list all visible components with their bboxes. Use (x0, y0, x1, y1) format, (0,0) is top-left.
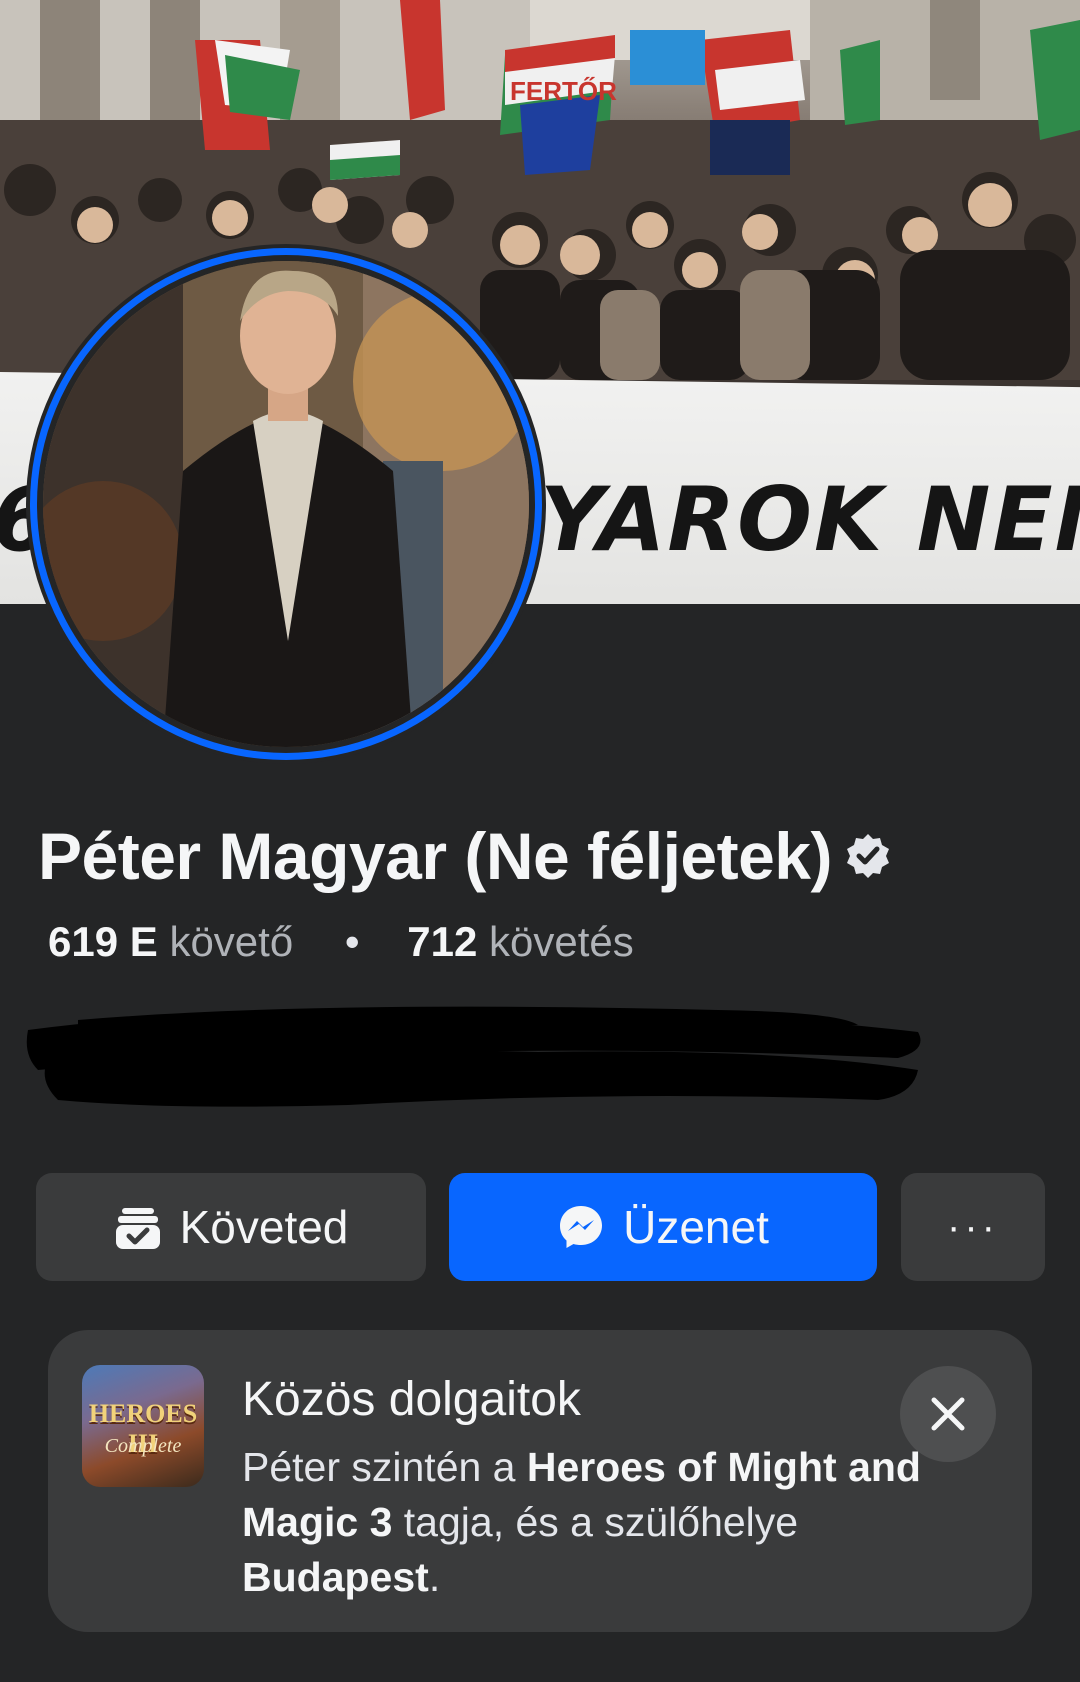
body-text-pre: Péter szintén a (242, 1444, 527, 1490)
following-check-icon (115, 1208, 160, 1249)
following-button[interactable]: Követed (36, 1173, 426, 1281)
messenger-icon (560, 1206, 603, 1248)
common-things-title: Közös dolgaitok (242, 1373, 581, 1426)
followers-count[interactable]: 619 E (48, 918, 158, 965)
followers-label[interactable]: követő (169, 918, 293, 965)
message-button[interactable]: Üzenet (449, 1173, 877, 1281)
verified-badge-icon (847, 834, 889, 878)
profile-name-row: Péter Magyar (Ne féljetek) (38, 818, 892, 894)
more-options-icon: ··· (947, 1204, 999, 1249)
following-label[interactable]: követés (489, 918, 634, 965)
profile-avatar[interactable] (26, 244, 546, 764)
common-things-body: Péter szintén a Heroes of Might and Magi… (242, 1440, 922, 1605)
stats-separator: • (344, 918, 360, 965)
banner-text: YAROK NEM (540, 468, 1080, 571)
flag-sign-text: FERTŐR (510, 76, 617, 106)
following-count[interactable]: 712 (407, 918, 477, 965)
more-options-button[interactable]: ··· (901, 1173, 1045, 1281)
message-button-label: Üzenet (623, 1201, 769, 1253)
body-text-mid: tagja, és a szülőhelye (392, 1499, 799, 1545)
avatar-photo (43, 261, 529, 747)
city-link[interactable]: Budapest (242, 1554, 429, 1600)
thumb-subtitle: Complete (104, 1435, 182, 1457)
common-things-card: HEROES III Complete Közös dolgaitok Péte… (48, 1330, 1032, 1632)
story-ring (30, 248, 542, 760)
close-icon (931, 1397, 965, 1431)
close-card-button[interactable] (900, 1366, 996, 1462)
avatar-person-illustration (43, 261, 529, 747)
body-text-end: . (428, 1554, 441, 1600)
redacted-scribble (26, 1006, 921, 1107)
profile-name: Péter Magyar (Ne féljetek) (38, 819, 833, 893)
following-button-label: Követed (179, 1201, 349, 1253)
profile-stats: 619 E követő • 712 követés (48, 918, 634, 966)
group-thumbnail[interactable]: HEROES III Complete (82, 1365, 204, 1487)
